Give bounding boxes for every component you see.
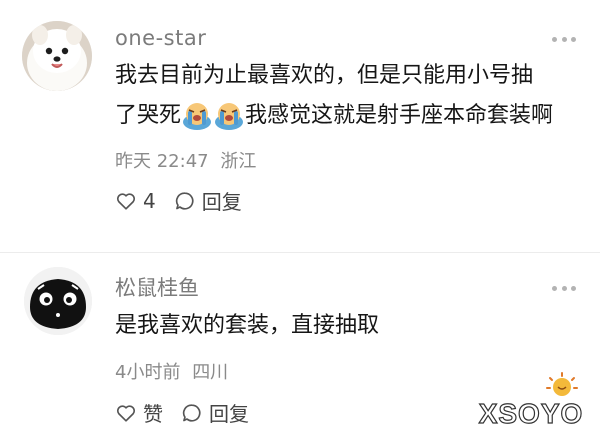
comment-time: 4小时前 (115, 362, 181, 383)
like-count: 4 (143, 188, 156, 213)
divider (0, 252, 600, 253)
more-options-icon[interactable] (552, 284, 576, 292)
more-options-icon[interactable] (552, 35, 576, 43)
avatar[interactable] (22, 21, 92, 91)
black-creature-avatar-image (24, 267, 92, 335)
crying-face-emoji-icon (214, 101, 244, 131)
reply-button[interactable]: 回复 (174, 186, 242, 215)
comment-text-segment: 了哭死 (115, 103, 182, 128)
like-button[interactable]: 赞 (115, 398, 163, 427)
speech-bubble-icon (175, 191, 194, 210)
comment-text: 我去目前为止最喜欢的，但是只能用小号抽 了哭死 我感觉这就是射手座本命套装啊 (115, 56, 553, 136)
like-label: 赞 (143, 402, 163, 426)
smiling-sun-icon (546, 372, 578, 396)
watermark: XSOYO (472, 371, 590, 433)
comment-meta: 昨天 22:47 浙江 (115, 147, 262, 173)
comment-text-segment: 我感觉这就是射手座本命套装啊 (245, 103, 554, 128)
username[interactable]: 松鼠桂鱼 (115, 272, 199, 302)
reply-label: 回复 (201, 190, 242, 214)
comment-location: 浙江 (220, 151, 257, 172)
comment-meta: 4小时前 四川 (115, 358, 234, 384)
comment-text-line: 了哭死 我感觉这就是射手座本命套装啊 (115, 96, 553, 136)
comment-actions: 4 回复 (115, 186, 260, 215)
username[interactable]: one-star (115, 26, 206, 50)
comment-time: 昨天 22:47 (115, 151, 209, 172)
comment-item: one-star 我去目前为止最喜欢的，但是只能用小号抽 了哭死 我感觉这就是射… (0, 0, 600, 250)
speech-bubble-icon (182, 403, 201, 422)
comment-location: 四川 (192, 362, 229, 383)
reply-button[interactable]: 回复 (181, 398, 249, 427)
comment-text-line: 是我喜欢的套装，直接抽取 (115, 313, 380, 338)
crying-face-emoji-icon (182, 101, 212, 131)
watermark-text: XSOYO (479, 398, 584, 429)
reply-label: 回复 (209, 402, 249, 426)
comment-text: 是我喜欢的套装，直接抽取 (115, 306, 379, 346)
like-button[interactable]: 4 (115, 189, 156, 213)
heart-icon (116, 192, 136, 210)
pomeranian-avatar-image (22, 21, 92, 91)
heart-icon (116, 404, 136, 422)
comment-text-line: 我去目前为止最喜欢的，但是只能用小号抽 (115, 63, 534, 88)
avatar[interactable] (24, 267, 92, 335)
comment-actions: 赞 回复 (115, 398, 267, 427)
